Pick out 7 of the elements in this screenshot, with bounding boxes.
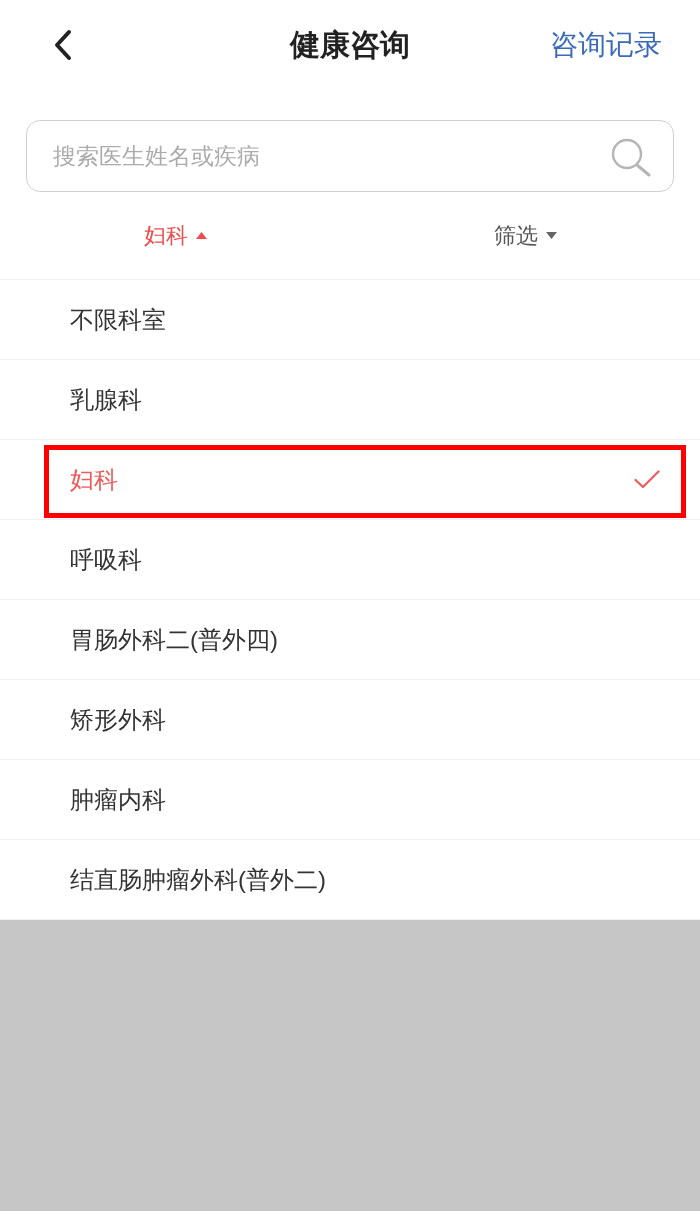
consult-records-link[interactable]: 咨询记录 [550, 26, 662, 64]
search-field[interactable]: 搜索医生姓名或疾病 [26, 120, 674, 192]
back-icon [52, 29, 74, 61]
check-icon [634, 470, 660, 489]
page-title: 健康咨询 [290, 26, 410, 63]
filter-tab[interactable]: 筛选 [487, 216, 563, 255]
filter-tab[interactable]: 妇科 [137, 216, 213, 255]
